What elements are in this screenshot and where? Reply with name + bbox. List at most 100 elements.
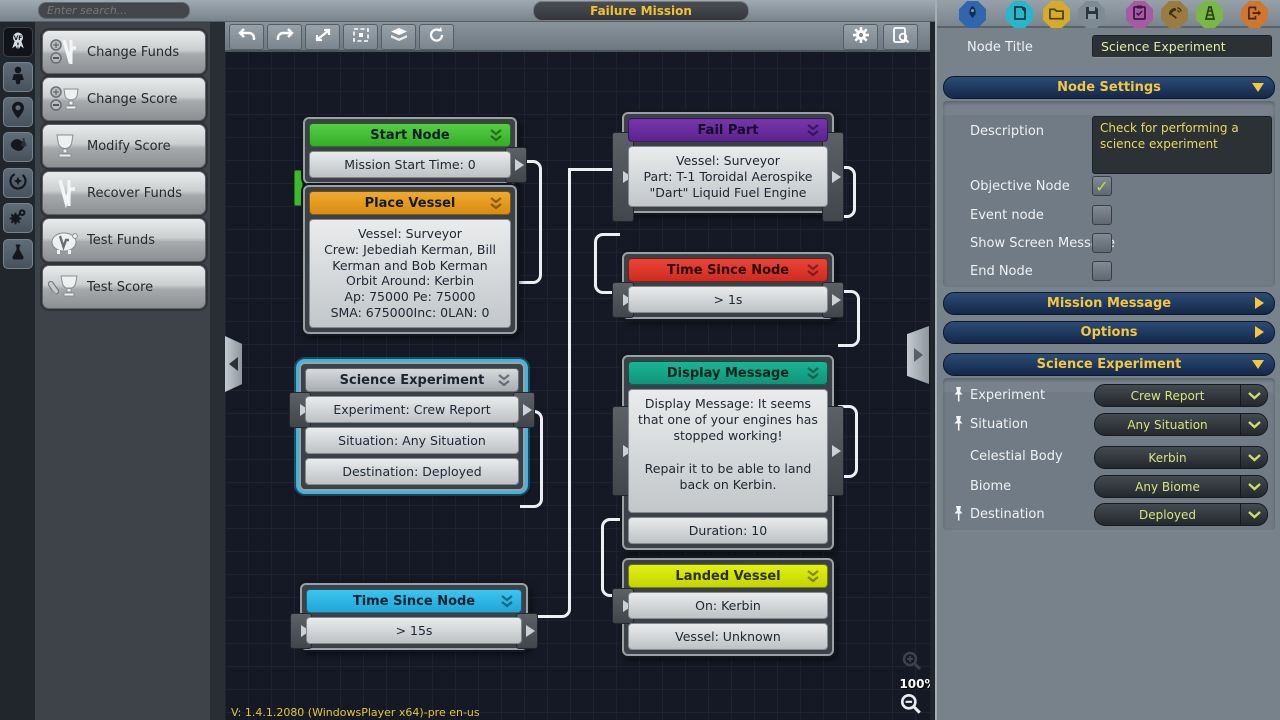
mission-title[interactable]: Failure Mission <box>533 1 749 21</box>
node-place-vessel[interactable]: Place Vessel Vessel: Surveyor Crew: Jebe… <box>303 185 517 334</box>
chevron-double-down-icon[interactable] <box>805 570 821 587</box>
mission-checklist-button[interactable] <box>1126 1 1153 28</box>
node-row-text[interactable]: Experiment: Crew Report <box>333 402 490 417</box>
category-sidebar: VF <box>0 22 35 720</box>
arrow-right-icon <box>914 348 923 362</box>
palette-item-modify-score[interactable]: Modify Score <box>42 124 206 168</box>
node-display-message[interactable]: Display Message Display Message: It seem… <box>622 355 834 550</box>
celestial-body-dropdown[interactable]: Kerbin <box>1094 446 1268 469</box>
situation-dropdown[interactable]: Any Situation <box>1094 413 1268 436</box>
node-input-anchor[interactable] <box>612 406 634 496</box>
node-start[interactable]: Start Node Mission Start Time: 0 <box>303 117 517 184</box>
collapse-left-panel-handle[interactable] <box>225 336 242 392</box>
open-mission-button[interactable] <box>1043 1 1070 28</box>
node-input-anchor[interactable] <box>289 392 311 428</box>
fit-view-button[interactable] <box>305 24 340 50</box>
node-row-text[interactable]: > 1s <box>714 292 743 307</box>
sidebar-item-systems[interactable] <box>3 203 33 233</box>
redo-button[interactable] <box>267 24 302 50</box>
chevron-double-down-icon[interactable] <box>805 367 821 384</box>
save-mission-button[interactable] <box>1078 1 1105 28</box>
node-title-input[interactable] <box>1092 35 1272 58</box>
node-fail-part[interactable]: Fail Part Vessel: Surveyor Part: T-1 Tor… <box>622 112 834 213</box>
exit-button[interactable] <box>1241 1 1268 28</box>
node-output-anchor[interactable] <box>822 406 844 496</box>
chevron-double-down-icon[interactable] <box>496 374 512 391</box>
biome-label: Biome <box>970 479 1011 494</box>
mission-validate-button[interactable] <box>883 24 918 50</box>
node-output-anchor[interactable] <box>513 392 535 428</box>
sidebar-item-science[interactable] <box>3 239 33 269</box>
section-science-experiment[interactable]: Science Experiment <box>943 353 1275 376</box>
sidebar-item-funds[interactable]: VF <box>3 27 33 57</box>
new-mission-button[interactable] <box>1006 1 1033 28</box>
node-time-since-red[interactable]: Time Since Node > 1s <box>622 252 834 319</box>
chevron-double-down-icon[interactable] <box>499 595 515 612</box>
end-node-checkbox[interactable] <box>1092 261 1112 281</box>
sidebar-item-orbit[interactable] <box>3 168 33 198</box>
node-body-text[interactable]: Vessel: Surveyor Crew: Jebediah Kerman, … <box>309 219 511 328</box>
palette-item-change-score[interactable]: + Change Score <box>42 77 206 121</box>
sidebar-item-kerbals[interactable] <box>3 62 33 92</box>
section-node-settings[interactable]: Node Settings <box>943 76 1275 99</box>
mission-canvas[interactable]: Start Node Mission Start Time: 0 Place V… <box>225 22 930 720</box>
launch-button[interactable] <box>1196 1 1223 28</box>
node-time-since-blue[interactable]: Time Since Node > 15s <box>300 583 528 650</box>
recover-funds-icon <box>43 177 87 209</box>
chevron-double-down-icon[interactable] <box>488 129 504 146</box>
pin-icon[interactable] <box>952 505 965 525</box>
node-row-text[interactable]: Vessel: Unknown <box>675 629 781 644</box>
node-row-text[interactable]: Situation: Any Situation <box>338 433 486 448</box>
node-output-anchor[interactable] <box>822 282 844 318</box>
rocket-manual-button[interactable] <box>959 1 986 28</box>
node-input-anchor[interactable] <box>612 132 634 222</box>
palette-item-recover-funds[interactable]: Recover Funds <box>42 171 206 215</box>
reset-view-button[interactable] <box>419 24 454 50</box>
node-output-anchor[interactable] <box>822 132 844 222</box>
chevron-double-down-icon[interactable] <box>805 264 821 281</box>
node-body-text[interactable]: Vessel: Surveyor Part: T-1 Toroidal Aero… <box>628 146 828 207</box>
section-mission-message[interactable]: Mission Message <box>943 292 1275 315</box>
biome-dropdown[interactable]: Any Biome <box>1094 475 1268 498</box>
show-screen-message-checkbox[interactable] <box>1092 233 1112 253</box>
event-node-checkbox[interactable] <box>1092 205 1112 225</box>
search-input[interactable] <box>38 2 190 19</box>
collapse-right-panel-handle[interactable] <box>907 326 929 384</box>
sidebar-item-science-rock[interactable] <box>3 132 33 162</box>
center-node-button[interactable] <box>343 24 378 50</box>
sidebar-item-location[interactable] <box>3 97 33 127</box>
node-landed-vessel[interactable]: Landed Vessel On: Kerbin Vessel: Unknown <box>622 558 834 656</box>
node-row-text[interactable]: On: Kerbin <box>695 598 761 613</box>
undo-button[interactable] <box>229 24 264 50</box>
palette-item-test-score[interactable]: Test Score <box>42 265 206 309</box>
mission-validate-icon <box>892 27 910 48</box>
node-output-anchor[interactable] <box>516 613 538 649</box>
node-row-text[interactable]: Duration: 10 <box>689 523 767 538</box>
layers-button[interactable] <box>381 24 416 50</box>
zoom-out-button[interactable] <box>899 692 923 720</box>
chevron-double-down-icon[interactable] <box>805 124 821 141</box>
destination-dropdown[interactable]: Deployed <box>1094 503 1268 526</box>
node-input-anchor[interactable] <box>612 282 634 318</box>
pin-icon[interactable] <box>952 386 965 406</box>
section-options[interactable]: Options <box>943 321 1275 344</box>
description-textarea[interactable]: Check for performing a science experimen… <box>1092 116 1272 174</box>
zoom-in-button[interactable] <box>901 650 923 676</box>
palette-item-test-funds[interactable]: Test Funds <box>42 218 206 262</box>
node-row-text[interactable]: Mission Start Time: 0 <box>344 157 476 172</box>
node-body-text[interactable]: Display Message: It seems that one of yo… <box>628 389 828 513</box>
chevron-double-down-icon[interactable] <box>488 197 504 214</box>
node-input-anchor[interactable] <box>290 613 312 649</box>
mission-settings-button[interactable] <box>843 24 878 50</box>
pin-icon[interactable] <box>952 415 965 435</box>
objective-node-checkbox[interactable]: ✓ <box>1092 176 1112 196</box>
palette-item-change-funds[interactable]: + Change Funds <box>42 30 206 74</box>
node-row-text[interactable]: Destination: Deployed <box>342 464 481 479</box>
svg-text:+: + <box>52 88 60 98</box>
node-science-experiment[interactable]: Science Experiment Experiment: Crew Repo… <box>299 362 525 491</box>
node-row-text[interactable]: > 15s <box>396 623 433 638</box>
node-input-anchor[interactable] <box>612 588 634 624</box>
tracking-button[interactable] <box>1161 1 1188 28</box>
experiment-dropdown[interactable]: Crew Report <box>1094 384 1268 407</box>
node-output-anchor[interactable] <box>505 147 527 183</box>
